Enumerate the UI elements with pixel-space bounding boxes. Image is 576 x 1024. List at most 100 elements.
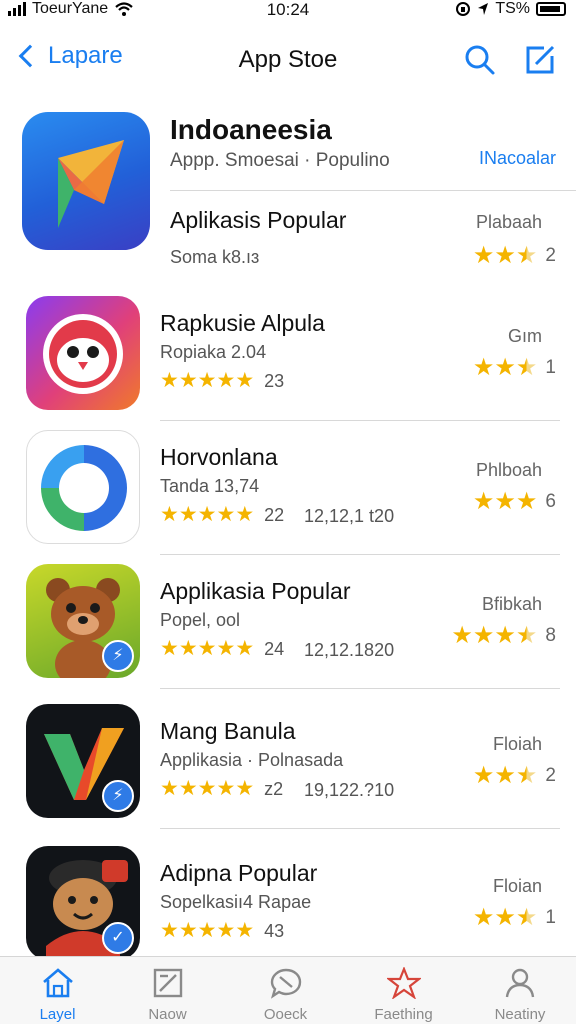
app-subtitle: Tanda 13,74: [160, 476, 260, 496]
star-rating: ★★★: [473, 244, 538, 268]
app-icon-bird: [26, 296, 140, 410]
star-icon: ★: [216, 369, 236, 392]
tab-faething[interactable]: Faething: [346, 957, 461, 1024]
tab-layel[interactable]: Layel: [0, 957, 115, 1024]
star-icon: ★: [197, 919, 217, 942]
featured-subtitle: Appp. Smoesai · Populino: [170, 150, 390, 171]
rating-value: 6: [545, 491, 556, 512]
star-icon: ★: [235, 369, 255, 392]
review-count: 24: [264, 638, 285, 659]
star-icon: ★: [216, 503, 236, 526]
featured-title: Indoaneesia: [170, 114, 332, 145]
app-subtitle: Sopelkasiı4 Rapae: [160, 892, 312, 912]
star-rating: ★★★: [473, 906, 538, 930]
review-count: 43: [264, 920, 285, 941]
app-status: Gım: [508, 326, 542, 346]
star-icon: ★: [494, 354, 516, 381]
tab-neatiny[interactable]: Neatiny: [464, 957, 576, 1024]
app-stars: ★★★★★ z2: [160, 778, 283, 800]
star-icon: ★: [494, 622, 516, 649]
divider: [160, 554, 560, 555]
divider: [160, 688, 560, 689]
star-icon: ★: [178, 919, 198, 942]
star-icon: ★: [515, 762, 538, 789]
app-status: Floian: [492, 876, 542, 896]
paper-plane-icon: [58, 140, 124, 228]
app-title: Horvonlana: [160, 444, 278, 470]
featured-app[interactable]: Indoaneesia Appp. Smoesai · Populino INa…: [0, 110, 576, 270]
app-icon-v: ⚡: [26, 704, 140, 818]
star-icon: ★: [494, 904, 516, 931]
star-icon: ★: [235, 777, 255, 800]
star-icon: ★: [160, 369, 179, 392]
star-icon: ★: [472, 354, 495, 381]
star-icon: ★: [235, 503, 255, 526]
app-title: Applikasia Popular: [160, 578, 351, 604]
star-rating: ★★★★★: [160, 778, 254, 800]
star-icon: ★: [160, 503, 179, 526]
app-icon-character: ✓: [26, 846, 140, 960]
tab-label: Faething: [374, 1006, 433, 1023]
status-right: TS%: [455, 0, 566, 18]
battery-label: TS%: [495, 0, 530, 17]
list-item[interactable]: ⚡ Applikasia Popular Popel, ool ★★★★★ 24…: [0, 564, 576, 694]
app-subtitle: Popel, ool: [160, 610, 241, 630]
app-rating: ★★★ 1: [473, 356, 556, 380]
app-rating: ★★★ 2: [473, 764, 556, 788]
featured-meta: Soma k8.ıɜ: [170, 247, 260, 267]
divider: [160, 420, 560, 421]
rating-value: 1: [545, 907, 556, 928]
star-icon: ★: [515, 242, 538, 269]
app-stars: ★★★★★ 22: [160, 504, 284, 526]
star-icon: ★: [515, 622, 538, 649]
app-subtitle: Ropiaka 2.04: [160, 342, 267, 362]
app-stars: ★★★★★ 24: [160, 638, 284, 660]
star-icon: ★: [197, 777, 217, 800]
lock-rotation-icon: [456, 2, 471, 16]
star-icon: ★: [178, 637, 198, 660]
tab-label: Naow: [148, 1006, 187, 1023]
tab-ooeck[interactable]: Ooeck: [228, 957, 343, 1024]
rating-value: 2: [545, 245, 556, 266]
star-icon: ★: [160, 919, 179, 942]
verified-badge-icon: ✓: [102, 922, 134, 954]
review-count: z2: [264, 778, 284, 799]
tab-label: Neatiny: [494, 1006, 546, 1023]
tab-naow[interactable]: Naow: [110, 957, 225, 1024]
compose-icon[interactable]: [524, 44, 556, 76]
chat-icon: [270, 968, 301, 999]
star-icon: ★: [472, 488, 495, 515]
featured-rating: ★★★ 2: [473, 244, 556, 268]
star-icon: ★: [494, 762, 516, 789]
featured-app-icon: [22, 112, 150, 250]
tab-bar: Layel Naow Ooeck Faething Neatiny: [0, 956, 576, 1024]
rating-value: 8: [545, 625, 556, 646]
app-icon-bear: ⚡: [26, 564, 140, 678]
app-subtitle: Applikasia · Polnasada: [160, 750, 344, 770]
review-count: 22: [264, 504, 285, 525]
star-rating: ★★★★★: [160, 504, 254, 526]
star-icon: ★: [494, 242, 516, 269]
messenger-badge-icon: ⚡: [102, 780, 134, 812]
app-status: Bfibkah: [481, 594, 542, 614]
star-icon: ★: [178, 369, 198, 392]
list-item[interactable]: Horvonlana Tanda 13,74 ★★★★★ 22 12,12,1 …: [0, 430, 576, 560]
list-item[interactable]: ⚡ Mang Banula Applikasia · Polnasada ★★★…: [0, 704, 576, 834]
star-rating: ★★★★★: [160, 920, 254, 942]
featured-app-name: Aplikasis Popular: [170, 207, 347, 233]
star-rating: ★★★★★: [160, 638, 254, 660]
featured-category-link[interactable]: INacoalar: [479, 148, 556, 169]
star-rating: ★★★★★: [160, 370, 254, 392]
search-icon[interactable]: [464, 44, 496, 76]
star-icon: ★: [494, 488, 516, 515]
app-extra: 19,122.?10: [304, 780, 395, 800]
star-rating: ★★★★: [451, 624, 537, 648]
nav-bar: Lapare App Stoe: [0, 36, 576, 86]
status-bar: ToeurYane 10:24 TS%: [0, 0, 576, 22]
star-icon: ★: [235, 919, 255, 942]
list-item[interactable]: Rapkusie Alpula Ropiaka 2.04 ★★★★★ 23 Gı…: [0, 296, 576, 426]
star-icon: ★: [197, 503, 217, 526]
app-status: Phlboah: [475, 460, 542, 480]
star-icon: ★: [216, 919, 236, 942]
star-rating: ★★★: [473, 764, 538, 788]
